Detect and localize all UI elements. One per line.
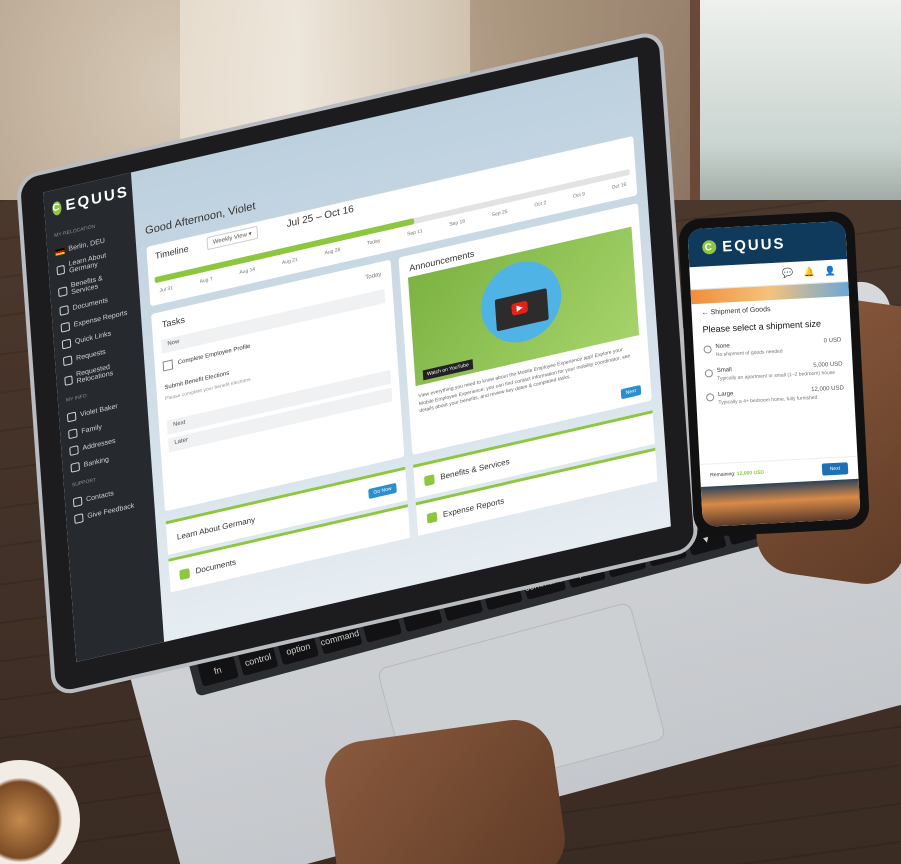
sidebar-item-icon [62, 355, 73, 367]
option-description: Typically a 4+ bedroom home, fully furni… [718, 394, 818, 406]
sidebar-item-icon [59, 305, 69, 316]
timeline-label: Aug 7 [199, 276, 213, 286]
sidebar-item-icon [68, 428, 78, 440]
timeline-label: Sep 11 [406, 228, 423, 238]
sidebar-item-icon [60, 321, 71, 333]
sidebar-item-icon [61, 338, 72, 350]
timeline-label: Oct 16 [611, 181, 627, 191]
benefits-icon [424, 473, 435, 486]
phone-brand-icon: C [701, 239, 717, 255]
card-label: Expense Reports [442, 496, 505, 520]
main-content: Good Afternoon, Violet Timeline Weekly V… [131, 57, 671, 642]
option-price: 5,000 USD [813, 361, 843, 369]
watch-on-youtube[interactable]: Watch on YouTube [422, 359, 474, 381]
notification-icon[interactable]: 🔔 [803, 266, 815, 278]
timeline-label: Jul 31 [159, 285, 174, 295]
card-label: Learn About Germany [176, 515, 256, 542]
back-link[interactable]: ← Shipment of Goods [702, 302, 840, 317]
timeline-view-dropdown[interactable]: Weekly View ▾ [206, 225, 259, 251]
option-label: Large [717, 391, 734, 398]
option-label: Small [716, 367, 732, 374]
timeline-range: Jul 25 – Oct 16 [286, 203, 355, 231]
laptop-lid: C EQUUS My relocation Berlin, DEU Learn … [0, 0, 737, 698]
sidebar-item-label: Banking [83, 456, 110, 469]
option-label: None [715, 343, 730, 351]
option-description: Typically an apartment or small (1–2 bed… [717, 369, 836, 382]
sidebar-item-icon [70, 461, 81, 473]
next-button[interactable]: Next [821, 462, 849, 476]
shipment-option[interactable]: None 0 USD No shipment of goods needed [703, 337, 842, 358]
timeline-label: Aug 21 [281, 256, 298, 267]
tasks-filter[interactable]: Today [365, 272, 381, 282]
phone-brand-name: EQUUS [721, 234, 786, 256]
phone-body: ← Shipment of Goods Please select a ship… [691, 296, 855, 423]
tasks-title: Tasks [161, 314, 186, 330]
task-checkbox[interactable] [162, 359, 174, 372]
timeline-label: Oct 2 [534, 199, 547, 209]
sidebar-item-label: Requests [75, 348, 106, 363]
timeline-title: Timeline [154, 243, 190, 262]
option-description: No shipment of goods needed [715, 348, 783, 359]
announcement-next-button[interactable]: Next [620, 384, 642, 400]
expense-icon [426, 511, 438, 524]
shipment-option[interactable]: Small 5,000 USD Typically an apartment or … [704, 361, 844, 382]
smartphone: C EQUUS 💬 🔔 👤 ← Shipment of Goods Please… [677, 210, 871, 538]
timeline-label: Today [366, 237, 381, 247]
chat-icon[interactable]: 💬 [782, 267, 794, 279]
remaining-value: 12,000 USD [736, 469, 765, 478]
laptop-screen: C EQUUS My relocation Berlin, DEU Learn … [43, 56, 671, 663]
card-label: Benefits & Services [440, 456, 510, 482]
germany-flag-icon [55, 247, 65, 256]
timeline-label: Aug 28 [324, 246, 341, 257]
timeline-label: Sep 18 [449, 218, 466, 229]
shipment-question: Please select a shipment size [702, 318, 822, 335]
radio-button[interactable] [705, 393, 715, 402]
timeline-view-label: Weekly View [212, 232, 248, 246]
brand-logo-icon: C [51, 199, 63, 216]
option-price: 0 USD [823, 337, 842, 345]
sidebar-item-icon [56, 264, 66, 276]
shipment-option[interactable]: Large 12,000 USD Typically a 4+ bedroom ho… [705, 385, 845, 406]
timeline-label: Aug 14 [239, 266, 256, 276]
brand-name: EQUUS [65, 183, 130, 215]
sidebar-item-icon [69, 445, 79, 457]
photo-scene: escF1F2F3F4F5F6F7F8F9F10F11F12⏻~12345678… [0, 0, 901, 864]
radio-button[interactable] [704, 369, 714, 378]
user-icon[interactable]: 👤 [824, 265, 836, 277]
sidebar-item-icon [64, 374, 73, 386]
card-label: Documents [195, 557, 237, 576]
sidebar-item-label: Family [81, 423, 103, 436]
timeline-label: Oct 9 [572, 191, 586, 200]
documents-icon [179, 567, 190, 580]
timeline-label: Sep 25 [491, 208, 508, 219]
sidebar-item-icon [74, 513, 84, 525]
radio-button[interactable] [703, 345, 712, 354]
window [690, 0, 901, 222]
back-label: Shipment of Goods [710, 306, 771, 317]
sidebar-item-icon [57, 285, 68, 297]
phone-screen: C EQUUS 💬 🔔 👤 ← Shipment of Goods Please… [687, 221, 861, 527]
option-price: 12,000 USD [811, 385, 845, 394]
remaining-label: Remaining: [710, 471, 736, 479]
sidebar-item-icon [72, 496, 83, 508]
go-now-button[interactable]: Go Now [368, 482, 397, 499]
remaining-budget: Remaining: 12,000 USD [710, 470, 764, 479]
sidebar-item-icon [66, 411, 77, 423]
sunset-photo [700, 478, 861, 527]
sidebar-item-label: Contacts [85, 490, 114, 504]
